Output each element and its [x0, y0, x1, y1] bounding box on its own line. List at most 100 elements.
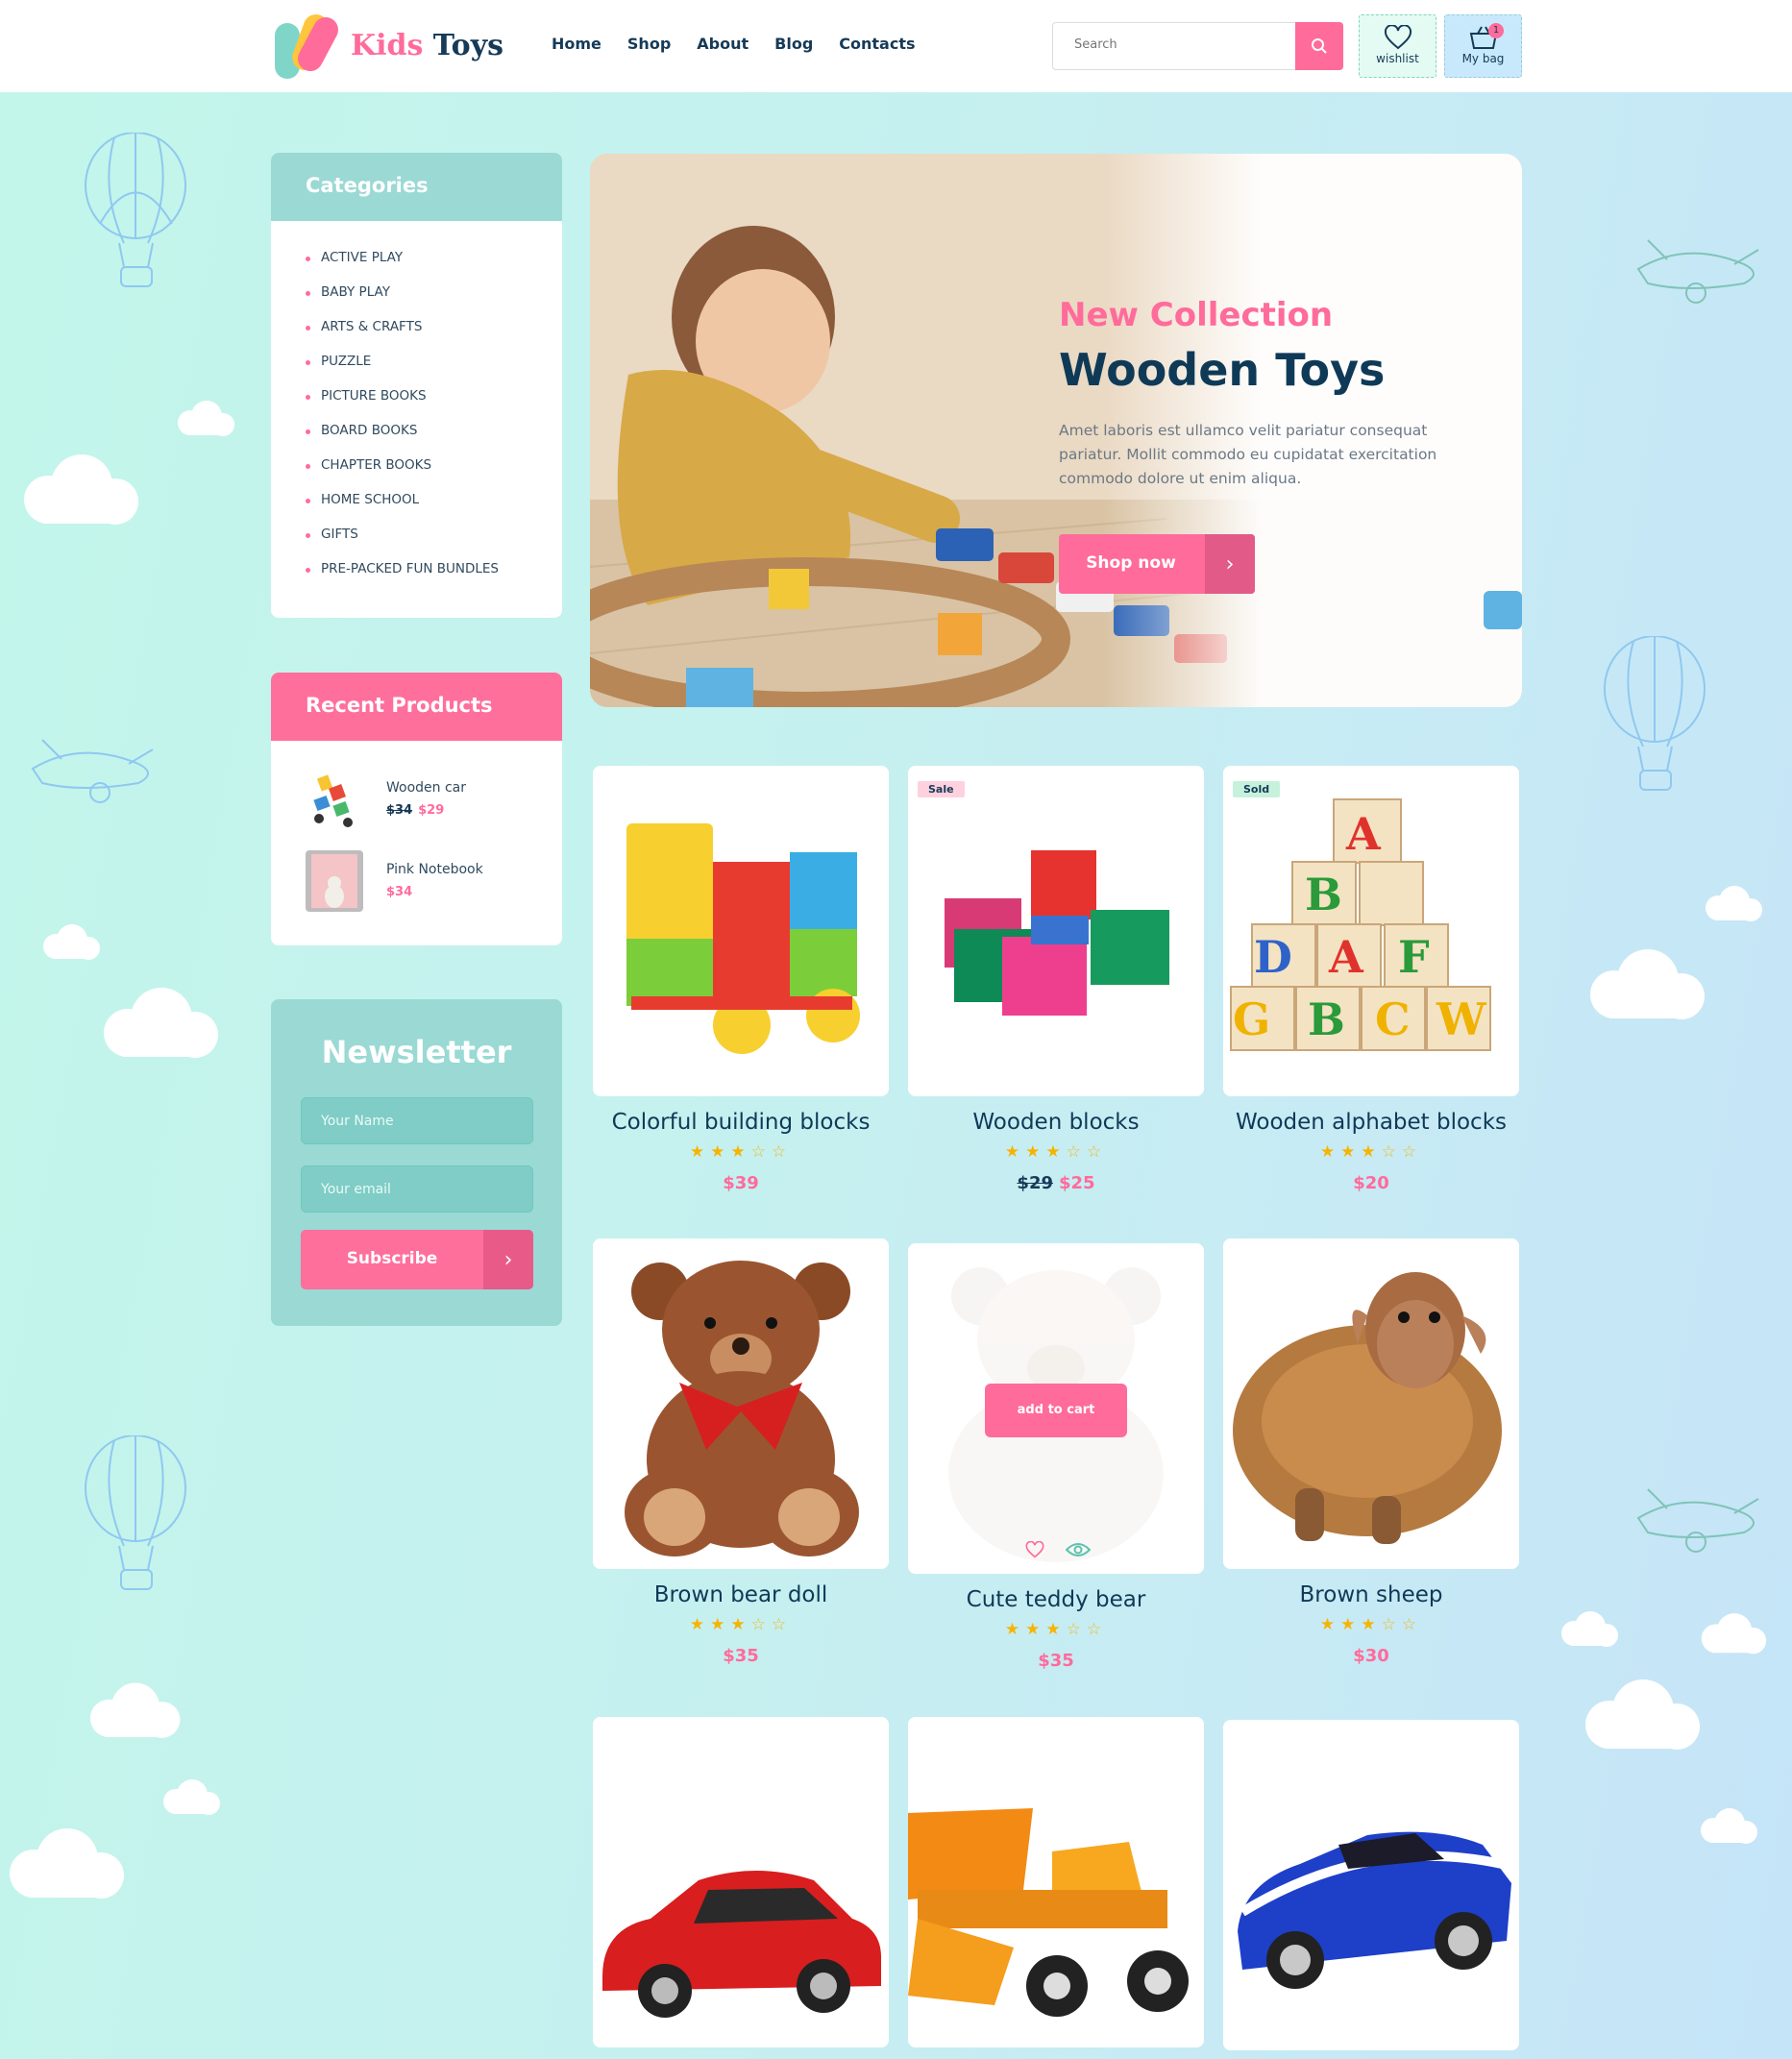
sold-badge: Sold [1233, 781, 1281, 797]
chevron-right-icon: › [1205, 534, 1255, 594]
cloud-icon [1590, 949, 1705, 1019]
recent-product-item[interactable]: Wooden car $34 $29 [306, 769, 527, 830]
subscribe-label: Subscribe [346, 1249, 438, 1268]
cloud-icon [1561, 1611, 1618, 1647]
recent-products-title: Recent Products [271, 673, 562, 741]
svg-text:C: C [1375, 993, 1411, 1045]
product-title[interactable]: Brown sheep [1204, 1582, 1538, 1607]
cloud-icon [10, 1828, 124, 1899]
search-button[interactable] [1295, 22, 1343, 70]
product-image [593, 1717, 889, 2047]
bag-label: My bag [1461, 52, 1505, 65]
site-logo[interactable]: Kids Toys [271, 12, 503, 83]
subscribe-button[interactable]: Subscribe › [301, 1230, 533, 1289]
hot-air-balloon-icon [85, 133, 186, 287]
category-item[interactable]: Home school [306, 484, 562, 519]
shop-now-button[interactable]: Shop now › [1059, 534, 1255, 594]
newsletter-name-input[interactable] [301, 1097, 533, 1144]
sale-badge: Sale [918, 781, 965, 797]
recent-product-price: $34 [386, 885, 413, 899]
hero-title: Wooden Toys [1059, 344, 1386, 396]
nav-shop[interactable]: Shop [627, 35, 671, 53]
cloud-icon [24, 454, 138, 525]
rating-stars: ★★★☆☆ [1004, 1142, 1108, 1162]
heart-icon[interactable] [1025, 1541, 1044, 1558]
product-title[interactable]: Wooden blocks [889, 1110, 1223, 1135]
product-title[interactable]: Colorful building blocks [574, 1110, 908, 1135]
rating-stars: ★★★☆☆ [1004, 1620, 1108, 1639]
category-item[interactable]: Baby play [306, 277, 562, 311]
eye-icon[interactable] [1066, 1542, 1091, 1557]
add-to-cart-button[interactable]: add to cart [985, 1384, 1127, 1437]
recent-product-thumb [306, 769, 363, 830]
wishlist-button[interactable]: wishlist [1359, 14, 1436, 78]
nav-blog[interactable]: Blog [774, 35, 813, 53]
rating-stars: ★★★☆☆ [1319, 1142, 1423, 1162]
product-image [593, 766, 889, 1096]
product-price: $39 [723, 1173, 759, 1193]
cloud-icon [89, 1682, 181, 1738]
cloud-icon [1701, 1808, 1757, 1844]
recent-product-name: Pink Notebook [386, 862, 483, 877]
product-price: $20 [1353, 1173, 1389, 1193]
airplane-icon [1636, 1488, 1759, 1553]
search-icon [1312, 38, 1327, 54]
category-item[interactable]: Board books [306, 415, 562, 450]
bag-button[interactable]: 1 My bag [1444, 14, 1522, 78]
category-item[interactable]: Pre-packed fun bundles [306, 553, 562, 588]
newsletter-title: Newsletter [321, 1034, 512, 1070]
svg-text:B: B [1308, 993, 1345, 1045]
product-image [1223, 1238, 1519, 1569]
hero-subtitle: New Collection [1059, 296, 1334, 334]
cloud-icon [163, 1779, 220, 1815]
svg-text:F: F [1398, 931, 1430, 983]
main-nav: Home Shop About Blog Contacts [548, 35, 916, 53]
nav-about[interactable]: About [697, 35, 749, 53]
hero-banner: New Collection Wooden Toys Amet laboris … [590, 154, 1522, 707]
category-item[interactable]: Arts & crafts [306, 311, 562, 346]
shop-now-label: Shop now [1086, 553, 1176, 573]
product-price: $35 [1038, 1651, 1074, 1671]
product-title[interactable]: Wooden alphabet blocks [1204, 1110, 1538, 1135]
recent-product-price: $34 $29 [386, 803, 445, 818]
product-price: $35 [723, 1646, 759, 1666]
product-image: add to cart [908, 1243, 1204, 1574]
airplane-icon [1636, 239, 1759, 304]
wishlist-label: wishlist [1376, 52, 1419, 65]
product-price: $29 $25 [1017, 1173, 1095, 1193]
category-item[interactable]: Gifts [306, 519, 562, 553]
recent-product-name: Wooden car [386, 780, 467, 796]
newsletter-panel: Newsletter Subscribe › [271, 999, 562, 1326]
hot-air-balloon-icon [1604, 636, 1706, 791]
rating-stars: ★★★☆☆ [689, 1142, 793, 1162]
brand-name: Kids Toys [351, 29, 504, 62]
hot-air-balloon-icon [85, 1435, 186, 1590]
product-image: ABDAFGBCW [1223, 766, 1519, 1096]
product-image [908, 1717, 1204, 2047]
nav-home[interactable]: Home [548, 35, 605, 53]
nav-contacts[interactable]: Contacts [839, 35, 915, 53]
product-image [593, 1238, 889, 1569]
product-price: $30 [1353, 1646, 1389, 1666]
site-header: Kids Toys Home Shop About Blog Contacts … [0, 0, 1792, 92]
svg-text:B: B [1305, 869, 1342, 920]
svg-text:W: W [1436, 993, 1487, 1045]
category-item[interactable]: Picture books [306, 380, 562, 415]
search-input[interactable] [1074, 37, 1295, 52]
cloud-icon [1585, 1679, 1700, 1750]
search-box [1052, 22, 1343, 70]
product-title[interactable]: Brown bear doll [574, 1582, 908, 1607]
cloud-icon [1701, 1613, 1767, 1655]
category-item[interactable]: Puzzle [306, 346, 562, 380]
cloud-icon [104, 988, 218, 1058]
recent-product-item[interactable]: Pink Notebook $34 [306, 850, 527, 912]
rating-stars: ★★★☆☆ [1319, 1615, 1423, 1634]
airplane-icon [31, 739, 154, 803]
rating-stars: ★★★☆☆ [689, 1615, 793, 1634]
heart-icon [1384, 25, 1412, 50]
category-item[interactable]: Chapter books [306, 450, 562, 484]
category-item[interactable]: Active play [306, 242, 562, 277]
newsletter-email-input[interactable] [301, 1165, 533, 1213]
logo-mark-icon [275, 14, 338, 79]
product-title[interactable]: Cute teddy bear [889, 1587, 1223, 1612]
